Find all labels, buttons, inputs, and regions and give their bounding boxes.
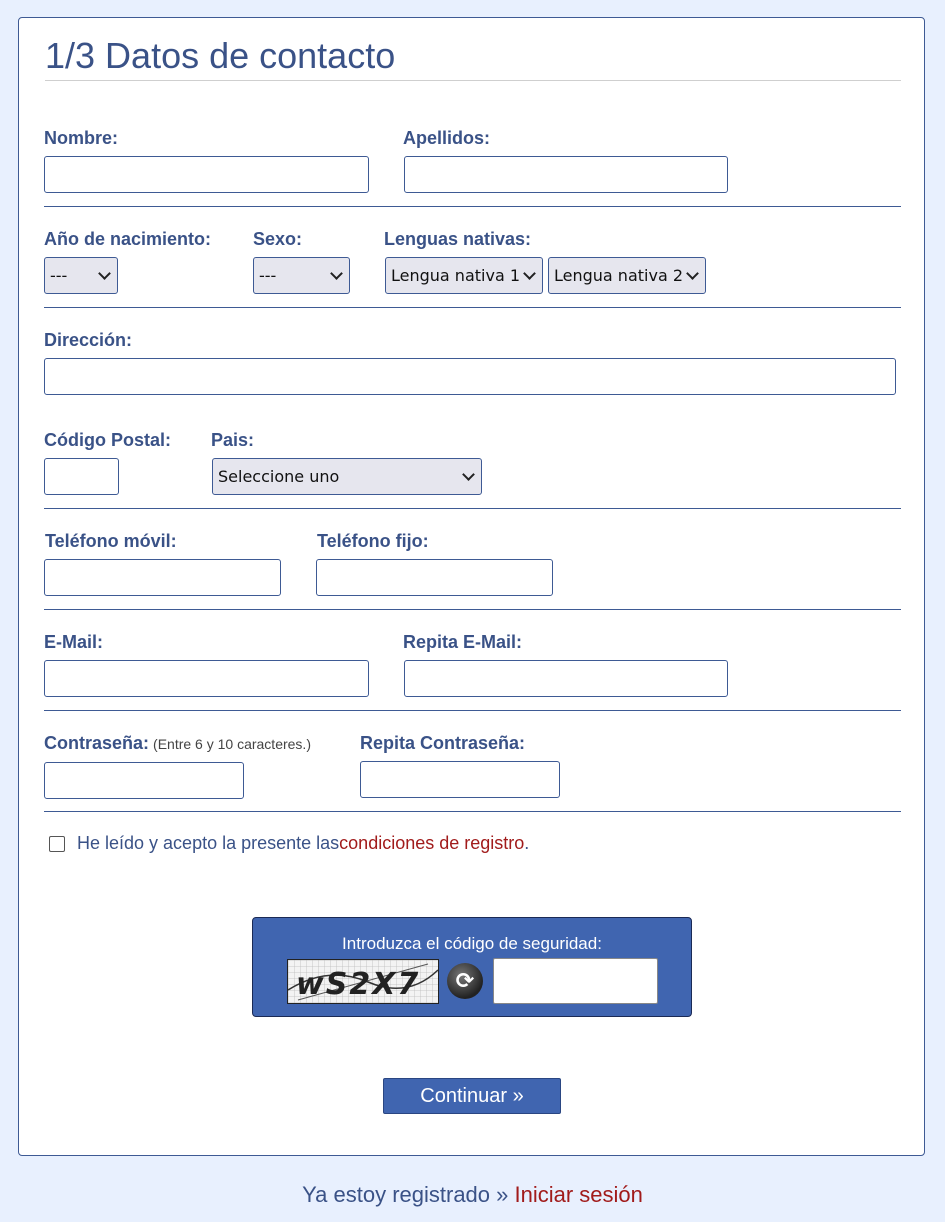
captcha-image: wS2X7 — [287, 959, 439, 1004]
lengua-nativa-1-value: Lengua nativa 1 — [391, 266, 521, 285]
registration-card: 1/3 Datos de contacto Nombre: Apellidos:… — [18, 17, 925, 1156]
apellidos-label: Apellidos: — [403, 128, 491, 148]
chevron-down-icon — [523, 266, 536, 280]
telefono-fijo-label: Teléfono fijo: — [317, 531, 429, 551]
refresh-icon[interactable]: ⟳ — [447, 963, 483, 999]
password-label: Contraseña: (Entre 6 y 10 caracteres.) — [44, 732, 311, 755]
divider — [44, 307, 901, 308]
nombre-input[interactable] — [44, 156, 369, 193]
captcha-text: wS2X7 — [296, 967, 420, 1002]
divider — [44, 508, 901, 509]
terms-text: He leído y acepto la presente las — [77, 833, 340, 853]
divider — [44, 609, 901, 610]
title-divider — [45, 80, 901, 81]
sexo-select[interactable]: --- — [253, 257, 350, 294]
divider — [44, 206, 901, 207]
telefono-movil-label: Teléfono móvil: — [45, 531, 177, 551]
sexo-label: Sexo: — [253, 229, 303, 249]
footer-login: Ya estoy registrado » Iniciar sesión — [0, 1182, 945, 1208]
telefono-fijo-input[interactable] — [316, 559, 553, 596]
terms-link[interactable]: condiciones de registro — [339, 833, 524, 854]
password-input[interactable] — [44, 762, 244, 799]
apellidos-input[interactable] — [404, 156, 728, 193]
terms-row: He leído y acepto la presente las condic… — [49, 833, 529, 854]
ano-nacimiento-value: --- — [50, 266, 68, 285]
chevron-down-icon — [462, 467, 475, 481]
direccion-input[interactable] — [44, 358, 896, 395]
pais-select[interactable]: Seleccione uno — [212, 458, 482, 495]
nombre-label: Nombre: — [44, 128, 119, 148]
codigo-postal-input[interactable] — [44, 458, 119, 495]
captcha-graphic: wS2X7 — [288, 960, 438, 1003]
page-title: 1/3 Datos de contacto — [45, 35, 396, 76]
codigo-postal-label: Código Postal: — [44, 430, 171, 450]
continue-button[interactable]: Continuar » — [383, 1078, 561, 1114]
pais-label: Pais: — [211, 430, 255, 450]
sexo-value: --- — [259, 266, 277, 285]
lengua-nativa-1-select[interactable]: Lengua nativa 1 — [385, 257, 543, 294]
pais-value: Seleccione uno — [218, 467, 340, 486]
password-hint: (Entre 6 y 10 caracteres.) — [153, 736, 311, 752]
ano-nacimiento-select[interactable]: --- — [44, 257, 118, 294]
chevron-down-icon — [686, 266, 699, 280]
captcha-input[interactable] — [493, 958, 658, 1004]
lengua-nativa-2-select[interactable]: Lengua nativa 2 — [548, 257, 706, 294]
telefono-movil-input[interactable] — [44, 559, 281, 596]
repeat-email-label: Repita E-Mail: — [403, 632, 523, 652]
captcha-label: Introduzca el código de seguridad: — [342, 934, 602, 953]
lengua-nativa-2-value: Lengua nativa 2 — [554, 266, 684, 285]
footer-text: Ya estoy registrado » — [302, 1182, 515, 1207]
chevron-down-icon — [330, 266, 343, 280]
email-input[interactable] — [44, 660, 369, 697]
ano-nacimiento-label: Año de nacimiento: — [44, 229, 212, 249]
captcha-box: Introduzca el código de seguridad: wS2X7… — [252, 917, 692, 1017]
email-label: E-Mail: — [44, 632, 104, 652]
login-link[interactable]: Iniciar sesión — [514, 1182, 642, 1207]
lenguas-nativas-label: Lenguas nativas: — [384, 229, 532, 249]
repeat-email-input[interactable] — [404, 660, 728, 697]
divider — [44, 710, 901, 711]
divider — [44, 811, 901, 812]
terms-checkbox[interactable] — [49, 835, 65, 852]
password-label-text: Contraseña: — [44, 733, 150, 753]
terms-suffix: . — [524, 833, 530, 853]
direccion-label: Dirección: — [44, 330, 133, 350]
repeat-password-input[interactable] — [360, 761, 560, 798]
repeat-password-label: Repita Contraseña: — [360, 733, 526, 753]
chevron-down-icon — [98, 266, 111, 280]
